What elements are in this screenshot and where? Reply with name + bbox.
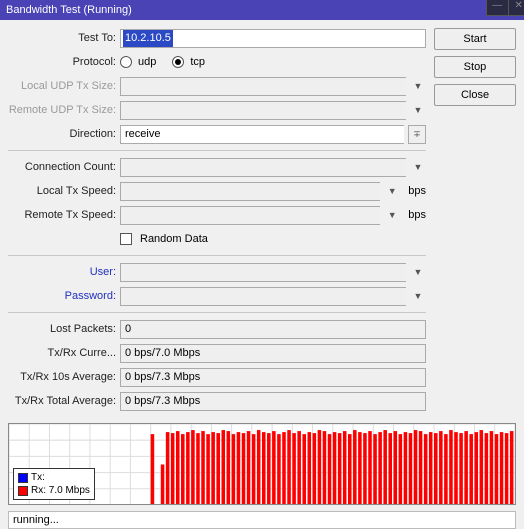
lost-packets-value xyxy=(120,320,426,339)
label-txrx-total: Tx/Rx Total Average: xyxy=(8,395,120,407)
random-data-checkbox[interactable] xyxy=(120,233,132,245)
conn-count-input[interactable] xyxy=(120,158,406,177)
chevron-down-icon: ▼ xyxy=(410,102,426,119)
label-user: User: xyxy=(8,266,120,278)
close-icon[interactable]: ✕ xyxy=(508,0,524,15)
updown-icon[interactable]: ∓ xyxy=(408,125,426,144)
password-input[interactable] xyxy=(120,287,406,306)
txrx-total-value xyxy=(120,392,426,411)
label-protocol: Protocol: xyxy=(8,56,120,68)
label-txrx-curr: Tx/Rx Curre... xyxy=(8,347,120,359)
label-conn-count: Connection Count: xyxy=(8,161,120,173)
chevron-down-icon[interactable]: ▼ xyxy=(410,159,426,176)
minimize-icon[interactable]: — xyxy=(487,0,508,15)
label-local-udp: Local UDP Tx Size: xyxy=(8,80,120,92)
rx-swatch xyxy=(18,486,28,496)
radio-tcp-label: tcp xyxy=(190,56,205,68)
window-title: Bandwidth Test (Running) xyxy=(6,4,132,16)
unit-bps: bps xyxy=(408,209,426,221)
user-input[interactable] xyxy=(120,263,406,282)
legend-tx-label: Tx: xyxy=(31,471,45,484)
label-remote-udp: Remote UDP Tx Size: xyxy=(8,104,120,116)
radio-udp[interactable] xyxy=(120,56,132,68)
tx-swatch xyxy=(18,473,28,483)
remote-udp-input xyxy=(120,101,406,120)
unit-bps: bps xyxy=(408,185,426,197)
label-direction: Direction: xyxy=(8,128,120,140)
test-to-input[interactable]: 10.2.10.5 xyxy=(120,29,426,48)
label-test-to: Test To: xyxy=(8,32,120,44)
txrx-10s-value xyxy=(120,368,426,387)
bandwidth-graph: Tx: Rx: 7.0 Mbps xyxy=(8,423,516,505)
remote-tx-input[interactable] xyxy=(120,206,380,225)
random-data-label: Random Data xyxy=(140,233,208,245)
stop-button[interactable]: Stop xyxy=(434,56,516,78)
label-password: Password: xyxy=(8,290,120,302)
radio-tcp[interactable] xyxy=(172,56,184,68)
local-udp-input xyxy=(120,77,406,96)
radio-udp-label: udp xyxy=(138,56,156,68)
chevron-down-icon[interactable]: ▼ xyxy=(384,183,400,200)
local-tx-input[interactable] xyxy=(120,182,380,201)
label-lost: Lost Packets: xyxy=(8,323,120,335)
chevron-down-icon[interactable]: ▼ xyxy=(384,207,400,224)
label-remote-tx: Remote Tx Speed: xyxy=(8,209,120,221)
direction-select[interactable] xyxy=(120,125,404,144)
titlebar-controls: — ✕ xyxy=(486,0,524,16)
legend-rx-label: Rx: 7.0 Mbps xyxy=(31,484,90,497)
chevron-down-icon: ▼ xyxy=(410,78,426,95)
chevron-down-icon[interactable]: ▼ xyxy=(410,288,426,305)
txrx-current-value xyxy=(120,344,426,363)
close-button[interactable]: Close xyxy=(434,84,516,106)
label-local-tx: Local Tx Speed: xyxy=(8,185,120,197)
chevron-down-icon[interactable]: ▼ xyxy=(410,264,426,281)
start-button[interactable]: Start xyxy=(434,28,516,50)
label-txrx-10s: Tx/Rx 10s Average: xyxy=(8,371,120,383)
status-bar: running... xyxy=(8,511,516,529)
test-to-value: 10.2.10.5 xyxy=(123,30,173,47)
window-titlebar[interactable]: Bandwidth Test (Running) — ✕ xyxy=(0,0,524,20)
graph-legend: Tx: Rx: 7.0 Mbps xyxy=(13,468,95,500)
